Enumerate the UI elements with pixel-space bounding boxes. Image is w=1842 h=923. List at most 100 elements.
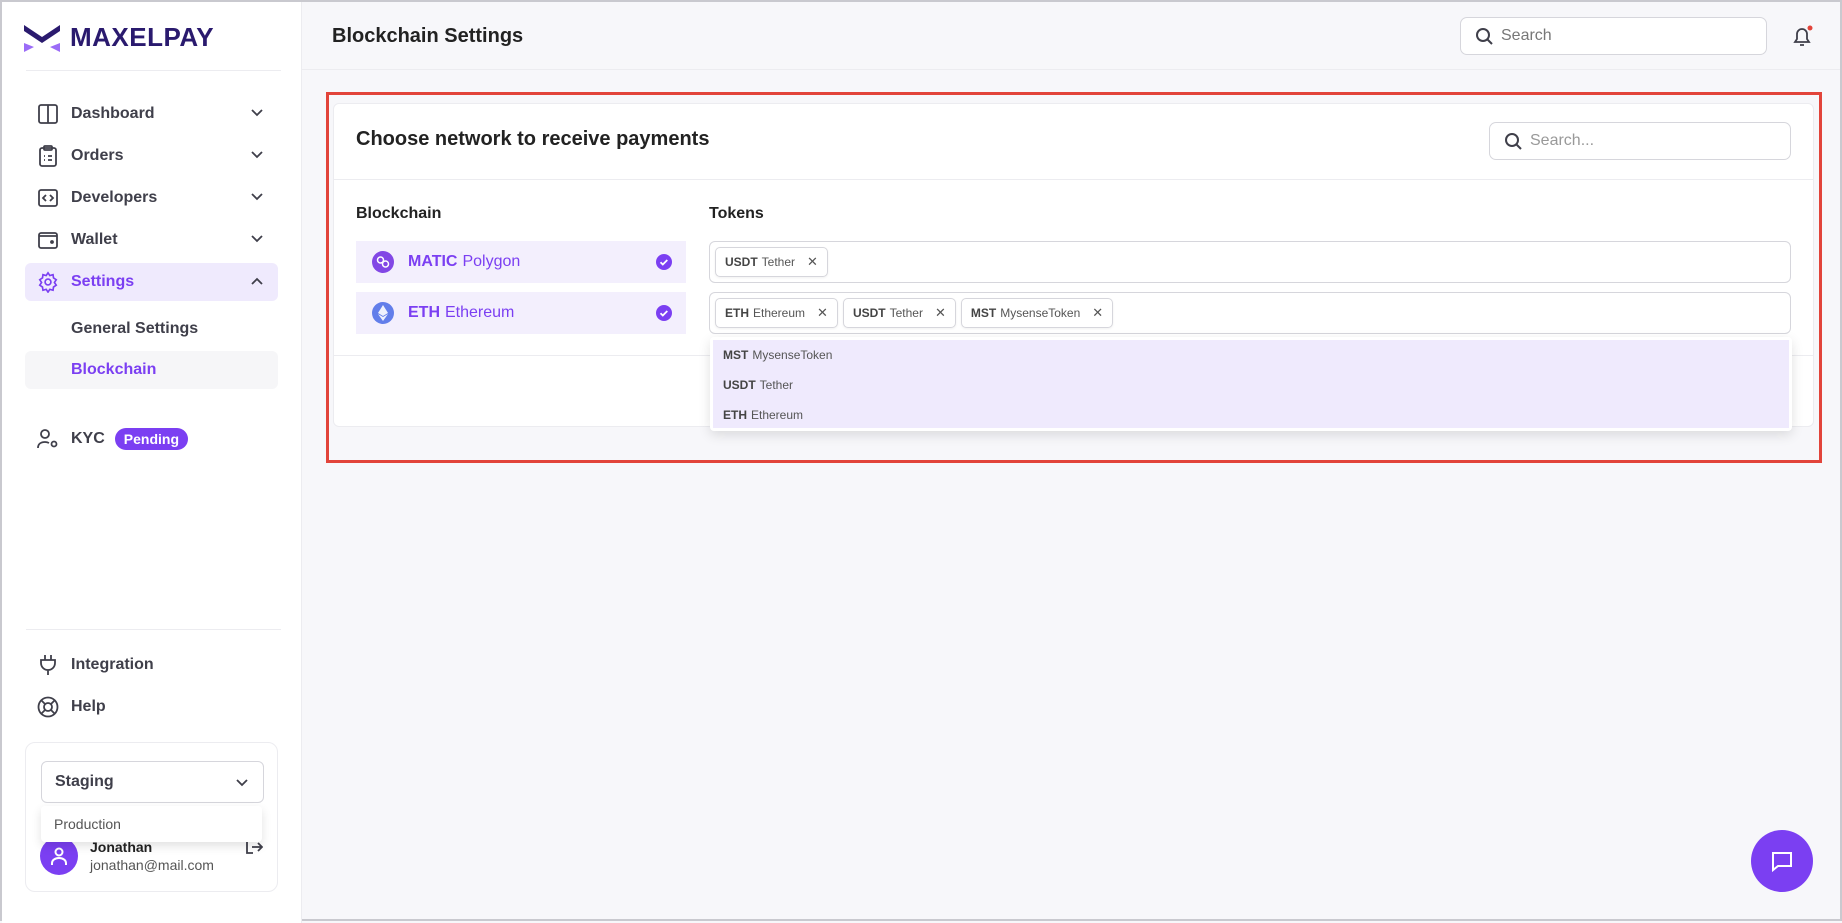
kyc-status-badge: Pending: [114, 428, 189, 450]
divider: [26, 629, 281, 630]
chevron-down-icon: [251, 109, 263, 117]
chain-symbol: MATIC: [408, 253, 458, 270]
option-name: MysenseToken: [752, 348, 833, 362]
token-name: Tether: [889, 306, 923, 320]
chevron-down-icon: [251, 235, 263, 243]
top-header: Blockchain Settings Search: [302, 2, 1840, 70]
environment-option-production[interactable]: Production: [41, 806, 262, 842]
logo[interactable]: MAXELPAY: [24, 22, 214, 53]
plug-icon: [37, 654, 59, 676]
sidebar-item-label: Wallet: [71, 231, 118, 248]
sidebar-item-label: Settings: [71, 273, 135, 290]
token-dropdown: MST MysenseToken USDT Tether ETH Ethereum: [710, 337, 1792, 431]
dropdown-option[interactable]: USDT Tether: [713, 370, 1789, 400]
option-name: Tether: [759, 378, 794, 392]
network-search-input[interactable]: Search...: [1489, 122, 1791, 160]
divider: [26, 70, 281, 71]
divider: [334, 179, 1813, 180]
sidebar-item-blockchain[interactable]: Blockchain: [25, 351, 278, 389]
sidebar-item-dashboard[interactable]: Dashboard: [25, 95, 278, 133]
maxelpay-logo-icon: [24, 24, 60, 52]
chevron-down-icon: [236, 779, 248, 787]
sidebar-item-settings[interactable]: Settings: [25, 263, 278, 301]
lifebuoy-icon: [37, 696, 59, 718]
code-icon: [37, 187, 59, 209]
sidebar-item-developers[interactable]: Developers: [25, 179, 278, 217]
check-circle-icon[interactable]: [656, 254, 672, 270]
page-title: Blockchain Settings: [332, 25, 524, 47]
sidebar-item-label: Integration: [71, 656, 154, 673]
search-icon: [1505, 133, 1522, 150]
sidebar-item-label: Developers: [71, 189, 158, 206]
option-symbol: MST: [723, 348, 749, 362]
environment-selected: Staging: [55, 773, 114, 790]
token-chip: USDT Tether ✕: [715, 247, 828, 277]
sidebar: MAXELPAY Dashboard Orders Developers Wal…: [2, 2, 302, 923]
token-name: MysenseToken: [1000, 306, 1081, 320]
token-symbol: USDT: [725, 255, 758, 269]
user-email: jonathan@mail.com: [90, 857, 214, 873]
token-name: Ethereum: [753, 306, 806, 320]
chain-name: Ethereum: [445, 304, 515, 321]
chain-name: Polygon: [462, 253, 521, 270]
tokens-column-header: Tokens: [709, 205, 764, 222]
sidebar-item-integration[interactable]: Integration: [25, 646, 278, 684]
check-circle-icon[interactable]: [656, 305, 672, 321]
blockchain-column-header: Blockchain: [356, 205, 442, 222]
sidebar-item-label: KYC: [71, 430, 105, 447]
token-chip: USDT Tether ✕: [842, 298, 956, 328]
remove-token-icon[interactable]: ✕: [807, 254, 818, 270]
token-symbol: ETH: [725, 306, 749, 320]
brand-name: MAXELPAY: [70, 22, 215, 52]
sidebar-item-label: Help: [71, 698, 106, 715]
token-chip: ETH Ethereum ✕: [715, 298, 838, 328]
remove-token-icon[interactable]: ✕: [1092, 305, 1103, 321]
chat-button[interactable]: [1751, 830, 1813, 892]
environment-card: Staging Production Jonathan jonathan@mai…: [25, 742, 278, 892]
remove-token-icon[interactable]: ✕: [935, 305, 946, 321]
search-icon: [1476, 28, 1493, 45]
layout-icon: [37, 103, 59, 125]
chevron-up-icon: [251, 277, 263, 285]
notifications-button[interactable]: [1790, 24, 1816, 55]
header-search-input[interactable]: Search: [1460, 17, 1767, 55]
option-symbol: USDT: [723, 378, 756, 392]
clipboard-icon: [37, 145, 59, 167]
sidebar-item-label: Orders: [71, 147, 124, 164]
blockchain-row-eth[interactable]: ETH Ethereum: [356, 292, 686, 334]
environment-select[interactable]: Staging: [41, 761, 264, 803]
option-name: Ethereum: [751, 408, 804, 422]
sidebar-item-orders[interactable]: Orders: [25, 137, 278, 175]
token-symbol: MST: [970, 306, 997, 320]
sidebar-item-wallet[interactable]: Wallet: [25, 221, 278, 259]
ethereum-icon: [372, 302, 394, 324]
chevron-down-icon: [251, 151, 263, 159]
avatar: [40, 837, 78, 875]
search-placeholder: Search...: [1530, 132, 1595, 149]
token-symbol: USDT: [852, 306, 886, 320]
sidebar-item-kyc[interactable]: KYC Pending: [25, 420, 278, 458]
tokens-input-eth[interactable]: ETH Ethereum ✕ USDT Tether ✕ MST MysenseToken…: [709, 292, 1791, 334]
dropdown-option[interactable]: MST MysenseToken: [713, 340, 1789, 370]
chevron-down-icon: [251, 193, 263, 201]
remove-token-icon[interactable]: ✕: [817, 305, 828, 321]
token-chip: MST MysenseToken ✕: [960, 298, 1114, 328]
wallet-icon: [37, 229, 59, 251]
tokens-input-matic[interactable]: USDT Tether ✕: [709, 241, 1791, 283]
user-gear-icon: [37, 428, 59, 450]
token-name: Tether: [761, 255, 796, 269]
dropdown-option[interactable]: ETH Ethereum: [713, 400, 1789, 430]
sidebar-item-label: Dashboard: [71, 105, 155, 122]
card-title: Choose network to receive payments: [356, 128, 710, 150]
chain-symbol: ETH: [408, 304, 440, 321]
search-placeholder: Search: [1501, 27, 1552, 44]
blockchain-row-matic[interactable]: MATIC Polygon: [356, 241, 686, 283]
chat-icon: [1772, 852, 1792, 873]
gear-icon: [37, 271, 59, 293]
option-symbol: ETH: [723, 408, 747, 422]
user-icon: [51, 847, 67, 865]
polygon-icon: [372, 251, 394, 273]
sidebar-item-general-settings[interactable]: General Settings: [25, 310, 278, 348]
sidebar-item-help[interactable]: Help: [25, 688, 278, 726]
bell-icon: [1793, 25, 1813, 46]
